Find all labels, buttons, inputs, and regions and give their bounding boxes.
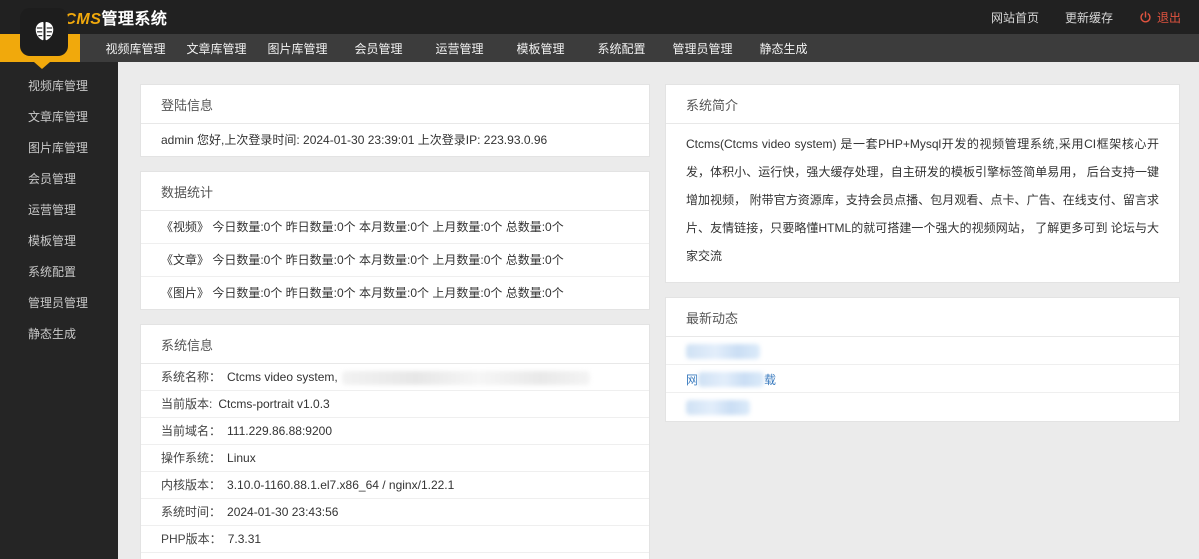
logout-button[interactable]: 退出 [1139, 9, 1181, 26]
nav-item-operation[interactable]: 运营管理 [419, 40, 500, 57]
nav-items: 视频库管理 文章库管理 图片库管理 会员管理 运营管理 模板管理 系统配置 管理… [95, 40, 824, 57]
nav-item-system[interactable]: 系统配置 [581, 40, 662, 57]
nav-pointer-triangle [34, 62, 50, 69]
login-info-title: 登陆信息 [141, 85, 649, 124]
system-info-panel: 系统信息 系统名称： Ctcms video system, 当前版本: Ctcms… [140, 324, 650, 559]
stats-row-article: 《文章》 今日数量:0个 昨日数量:0个 本月数量:0个 上月数量:0个 总数量… [141, 244, 649, 277]
system-intro-title: 系统简介 [666, 85, 1179, 124]
site-home-link[interactable]: 网站首页 [991, 9, 1039, 26]
data-stats-panel: 数据统计 《视频》 今日数量:0个 昨日数量:0个 本月数量:0个 上月数量:0… [140, 171, 650, 310]
redacted-blur [686, 343, 760, 359]
nav-item-admin[interactable]: 管理员管理 [662, 40, 743, 57]
topbar-actions: 网站首页 更新缓存 退出 [991, 9, 1181, 26]
sidebar-item-article[interactable]: 文章库管理 [0, 102, 118, 133]
stats-row-video: 《视频》 今日数量:0个 昨日数量:0个 本月数量:0个 上月数量:0个 总数量… [141, 211, 649, 244]
nav-item-video[interactable]: 视频库管理 [95, 40, 176, 57]
sidebar-item-image[interactable]: 图片库管理 [0, 133, 118, 164]
nav-item-template[interactable]: 模板管理 [500, 40, 581, 57]
system-intro-text: Ctcms(Ctcms video system) 是一套PHP+Mysql开发… [686, 137, 1159, 263]
redacted-blur [698, 371, 765, 387]
power-icon [1140, 10, 1151, 22]
stats-row-image: 《图片》 今日数量:0个 昨日数量:0个 本月数量:0个 上月数量:0个 总数量… [161, 286, 564, 300]
logo-suffix-text: 管理系统 [101, 11, 168, 28]
news-item[interactable] [666, 393, 1179, 421]
sysinfo-row-kernel: 内核版本： 3.10.0-1160.88.1.el7.x86_64 / nginx… [141, 472, 649, 499]
system-info-title: 系统信息 [141, 325, 649, 364]
sidebar-item-system[interactable]: 系统配置 [0, 257, 118, 288]
brain-icon [35, 21, 53, 40]
sidebar-item-member[interactable]: 会员管理 [0, 164, 118, 195]
refresh-cache-link[interactable]: 更新缓存 [1065, 9, 1113, 26]
main-content: 登陆信息 admin 您好,上次登录时间: 2024-01-30 23:39:0… [118, 62, 1199, 559]
sysinfo-row-version: 当前版本: Ctcms-portrait v1.0.3 [141, 391, 649, 418]
sysinfo-row-time: 系统时间： 2024-01-30 23:43:56 [141, 499, 649, 526]
latest-news-title: 最新动态 [666, 298, 1179, 337]
nav-item-static[interactable]: 静态生成 [743, 40, 824, 57]
sidebar: 视频库管理 文章库管理 图片库管理 会员管理 运营管理 模板管理 系统配置 管理… [0, 62, 118, 559]
nav-item-image[interactable]: 图片库管理 [257, 40, 338, 57]
sysinfo-row-php: PHP版本： 7.3.31 [141, 526, 649, 553]
latest-news-panel: 最新动态 网 载 [665, 297, 1180, 422]
nav-item-member[interactable]: 会员管理 [338, 40, 419, 57]
redacted-blur [341, 370, 590, 385]
top-bar: CTCMS管理系统 网站首页 更新缓存 退出 [0, 0, 1199, 34]
sidebar-item-operation[interactable]: 运营管理 [0, 195, 118, 226]
sysinfo-row-mysql: Mysql版本：5.7.44-log [141, 553, 649, 559]
sidebar-item-admin[interactable]: 管理员管理 [0, 288, 118, 319]
login-info-panel: 登陆信息 admin 您好,上次登录时间: 2024-01-30 23:39:0… [140, 84, 650, 157]
main-nav: 视频库管理 文章库管理 图片库管理 会员管理 运营管理 模板管理 系统配置 管理… [0, 34, 1199, 62]
data-stats-title: 数据统计 [141, 172, 649, 211]
sysinfo-row-name: 系统名称： Ctcms video system, [141, 364, 649, 391]
sidebar-item-static[interactable]: 静态生成 [0, 319, 118, 350]
redacted-blur [686, 400, 750, 415]
sysinfo-row-domain: 当前域名： 111.229.86.88:9200 [141, 418, 649, 445]
news-item[interactable]: 网 载 [666, 365, 1179, 393]
nav-item-article[interactable]: 文章库管理 [176, 40, 257, 57]
sysinfo-row-os: 操作系统： Linux [141, 445, 649, 472]
login-info-row: admin 您好,上次登录时间: 2024-01-30 23:39:01 上次登… [161, 133, 548, 147]
sidebar-item-template[interactable]: 模板管理 [0, 226, 118, 257]
app-logo-icon-box [20, 8, 68, 56]
logout-label: 退出 [1156, 10, 1181, 25]
news-item[interactable] [666, 337, 1179, 365]
system-intro-panel: 系统简介 Ctcms(Ctcms video system) 是一套PHP+My… [665, 84, 1180, 283]
sidebar-item-video[interactable]: 视频库管理 [0, 71, 118, 102]
